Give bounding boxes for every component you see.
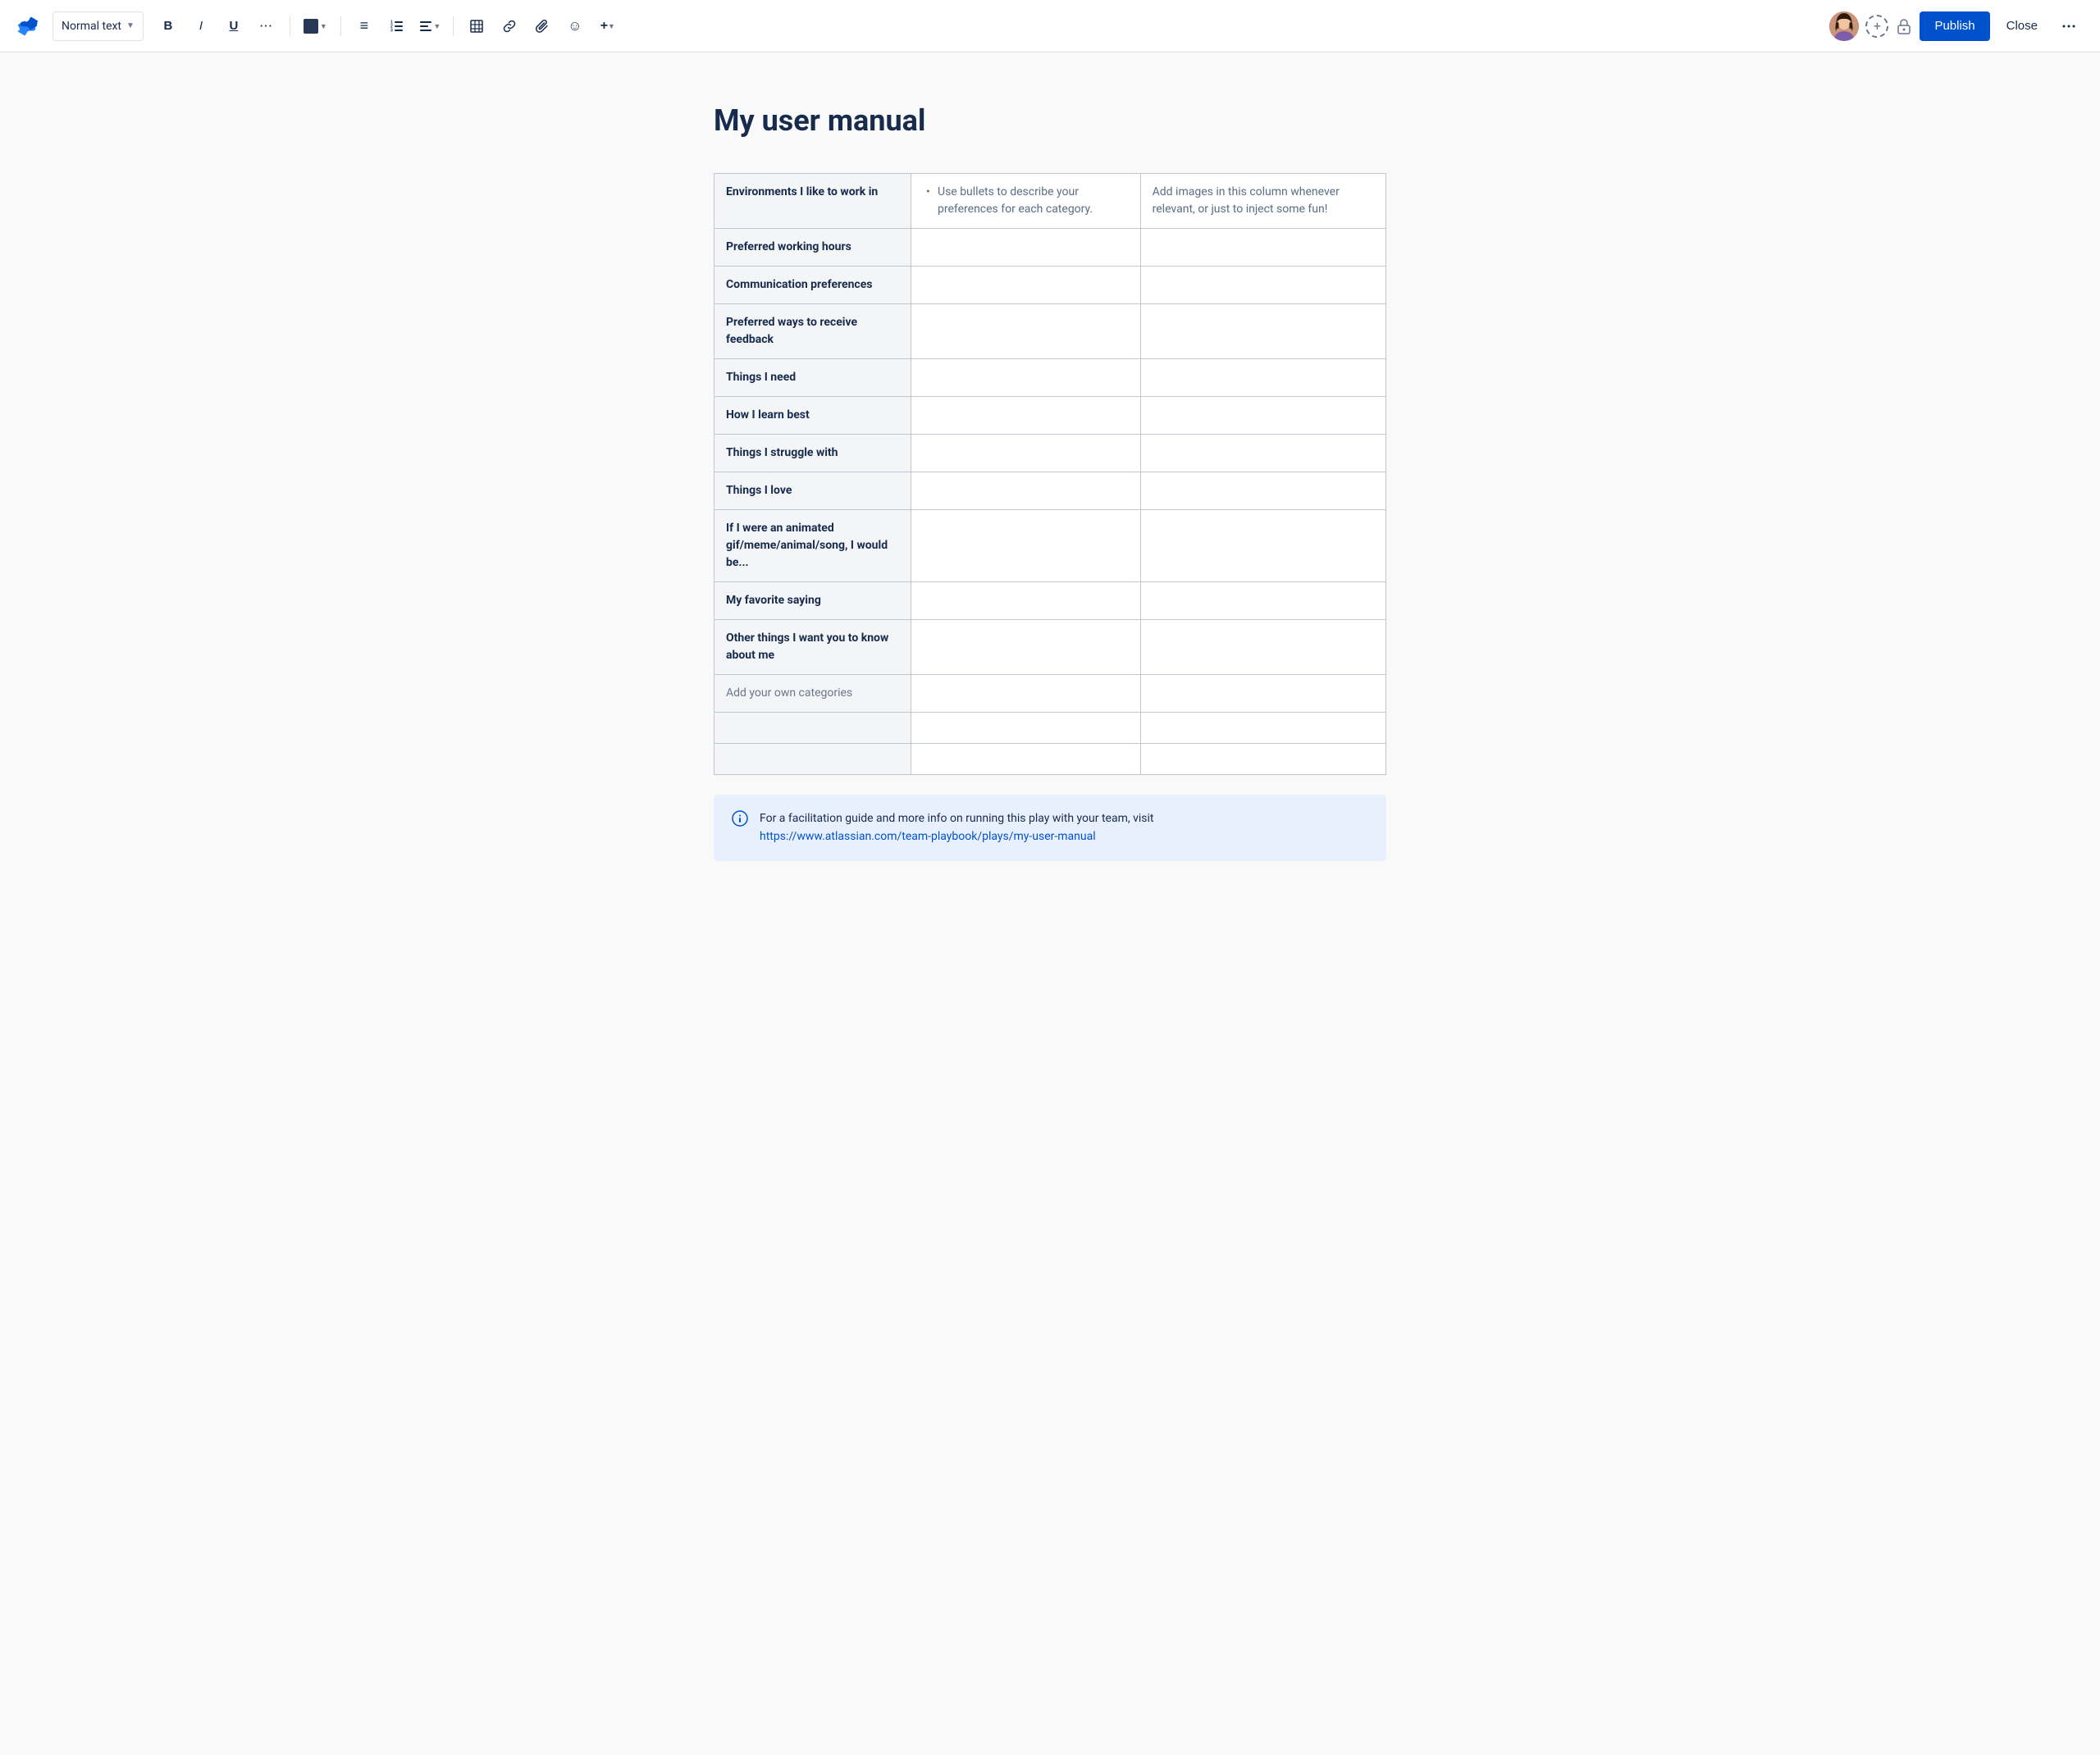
table-cell-label[interactable]: Things I struggle with bbox=[714, 434, 911, 472]
info-box-text: For a facilitation guide and more info o… bbox=[760, 809, 1154, 846]
table-cell-col3[interactable] bbox=[1140, 434, 1386, 472]
bullet-list-button[interactable]: ≡ bbox=[349, 11, 379, 41]
add-collaborator-button[interactable]: + bbox=[1865, 15, 1888, 38]
table-cell-label[interactable]: Preferred ways to receive feedback bbox=[714, 303, 911, 358]
table-cell-col3[interactable] bbox=[1140, 619, 1386, 674]
table-cell-label[interactable]: Things I need bbox=[714, 358, 911, 396]
table-cell-col2[interactable] bbox=[911, 712, 1141, 743]
publish-button[interactable]: Publish bbox=[1920, 11, 1989, 41]
info-box: For a facilitation guide and more info o… bbox=[714, 795, 1386, 861]
table-cell-label[interactable] bbox=[714, 743, 911, 774]
table-cell-col3[interactable] bbox=[1140, 228, 1386, 266]
table-button[interactable] bbox=[462, 11, 491, 41]
table-cell-col3[interactable] bbox=[1140, 743, 1386, 774]
table-cell-col3[interactable]: Add images in this column whenever relev… bbox=[1140, 173, 1386, 228]
table-cell-col3[interactable] bbox=[1140, 509, 1386, 581]
color-swatch bbox=[304, 19, 318, 34]
table-cell-label[interactable]: If I were an animated gif/meme/animal/so… bbox=[714, 509, 911, 581]
table-cell-col2[interactable] bbox=[911, 396, 1141, 434]
text-style-label: Normal text bbox=[62, 20, 121, 33]
table-cell-col2[interactable] bbox=[911, 509, 1141, 581]
alignment-button[interactable]: ▼ bbox=[415, 11, 445, 41]
more-options-button[interactable] bbox=[2054, 11, 2084, 41]
table-cell-col2[interactable] bbox=[911, 434, 1141, 472]
emoji-button[interactable]: ☺ bbox=[560, 11, 590, 41]
table-row: Preferred ways to receive feedback bbox=[714, 303, 1386, 358]
table-cell-col2[interactable] bbox=[911, 619, 1141, 674]
table-cell-label[interactable] bbox=[714, 712, 911, 743]
italic-button[interactable]: I bbox=[186, 11, 216, 41]
confluence-logo[interactable] bbox=[16, 15, 39, 38]
info-box-link[interactable]: https://www.atlassian.com/team-playbook/… bbox=[760, 830, 1096, 843]
table-cell-col2[interactable] bbox=[911, 581, 1141, 619]
table-row: Preferred working hours bbox=[714, 228, 1386, 266]
table-cell-label[interactable]: Things I love bbox=[714, 472, 911, 509]
table-row bbox=[714, 743, 1386, 774]
table-row: Things I need bbox=[714, 358, 1386, 396]
table-cell-col2[interactable] bbox=[911, 743, 1141, 774]
more-formatting-button[interactable]: ··· bbox=[252, 11, 281, 41]
text-color-button[interactable]: ▼ bbox=[299, 11, 332, 41]
table-cell-col3[interactable] bbox=[1140, 581, 1386, 619]
close-button[interactable]: Close bbox=[1997, 11, 2048, 41]
table-cell-col2[interactable] bbox=[911, 303, 1141, 358]
table-cell-label[interactable]: Environments I like to work in bbox=[714, 173, 911, 228]
table-row: Other things I want you to know about me bbox=[714, 619, 1386, 674]
toolbar-divider-2 bbox=[340, 16, 341, 36]
table-cell-col2[interactable] bbox=[911, 472, 1141, 509]
table-cell-col2[interactable] bbox=[911, 228, 1141, 266]
underline-button[interactable]: U bbox=[219, 11, 249, 41]
table-cell-col2[interactable] bbox=[911, 266, 1141, 303]
table-cell-col2[interactable] bbox=[911, 674, 1141, 712]
table-cell-col3[interactable] bbox=[1140, 358, 1386, 396]
table-cell-col3[interactable] bbox=[1140, 712, 1386, 743]
user-manual-table: Environments I like to work inUse bullet… bbox=[714, 173, 1386, 775]
table-cell-label[interactable]: Other things I want you to know about me bbox=[714, 619, 911, 674]
avatar bbox=[1829, 11, 1859, 41]
chevron-down-icon: ▼ bbox=[126, 21, 135, 30]
table-cell-col3[interactable] bbox=[1140, 266, 1386, 303]
insert-button[interactable]: + ▼ bbox=[593, 11, 623, 41]
table-cell-col2[interactable] bbox=[911, 358, 1141, 396]
info-icon bbox=[732, 810, 748, 831]
lock-icon[interactable] bbox=[1895, 17, 1913, 35]
table-cell-col2[interactable]: Use bullets to describe your preferences… bbox=[911, 173, 1141, 228]
svg-text:3: 3 bbox=[390, 28, 393, 33]
table-row bbox=[714, 712, 1386, 743]
table-cell-col3[interactable] bbox=[1140, 303, 1386, 358]
table-row: Things I love bbox=[714, 472, 1386, 509]
attachment-button[interactable] bbox=[527, 11, 557, 41]
page-title[interactable]: My user manual bbox=[714, 102, 1386, 140]
color-chevron-icon: ▼ bbox=[320, 22, 327, 30]
content-area: My user manual Environments I like to wo… bbox=[681, 52, 1419, 927]
numbered-list-button[interactable]: 1 2 3 bbox=[382, 11, 412, 41]
table-row: Things I struggle with bbox=[714, 434, 1386, 472]
table-row: My favorite saying bbox=[714, 581, 1386, 619]
table-cell-label[interactable]: How I learn best bbox=[714, 396, 911, 434]
link-button[interactable] bbox=[495, 11, 524, 41]
table-cell-label[interactable]: Communication preferences bbox=[714, 266, 911, 303]
toolbar-divider-3 bbox=[453, 16, 454, 36]
table-cell-label[interactable]: Preferred working hours bbox=[714, 228, 911, 266]
table-row: Communication preferences bbox=[714, 266, 1386, 303]
table-row: If I were an animated gif/meme/animal/so… bbox=[714, 509, 1386, 581]
table-cell-label[interactable]: My favorite saying bbox=[714, 581, 911, 619]
table-cell-label[interactable]: Add your own categories bbox=[714, 674, 911, 712]
table-row: Add your own categories bbox=[714, 674, 1386, 712]
table-cell-col3[interactable] bbox=[1140, 472, 1386, 509]
toolbar-right: + Publish Close bbox=[1829, 11, 2084, 41]
table-row: How I learn best bbox=[714, 396, 1386, 434]
text-style-selector[interactable]: Normal text ▼ bbox=[52, 11, 144, 41]
table-cell-col3[interactable] bbox=[1140, 396, 1386, 434]
toolbar: Normal text ▼ B I U ··· ▼ ≡ 1 2 3 ▼ bbox=[0, 0, 2100, 52]
table-cell-col3[interactable] bbox=[1140, 674, 1386, 712]
table-row: Environments I like to work inUse bullet… bbox=[714, 173, 1386, 228]
bold-button[interactable]: B bbox=[153, 11, 183, 41]
